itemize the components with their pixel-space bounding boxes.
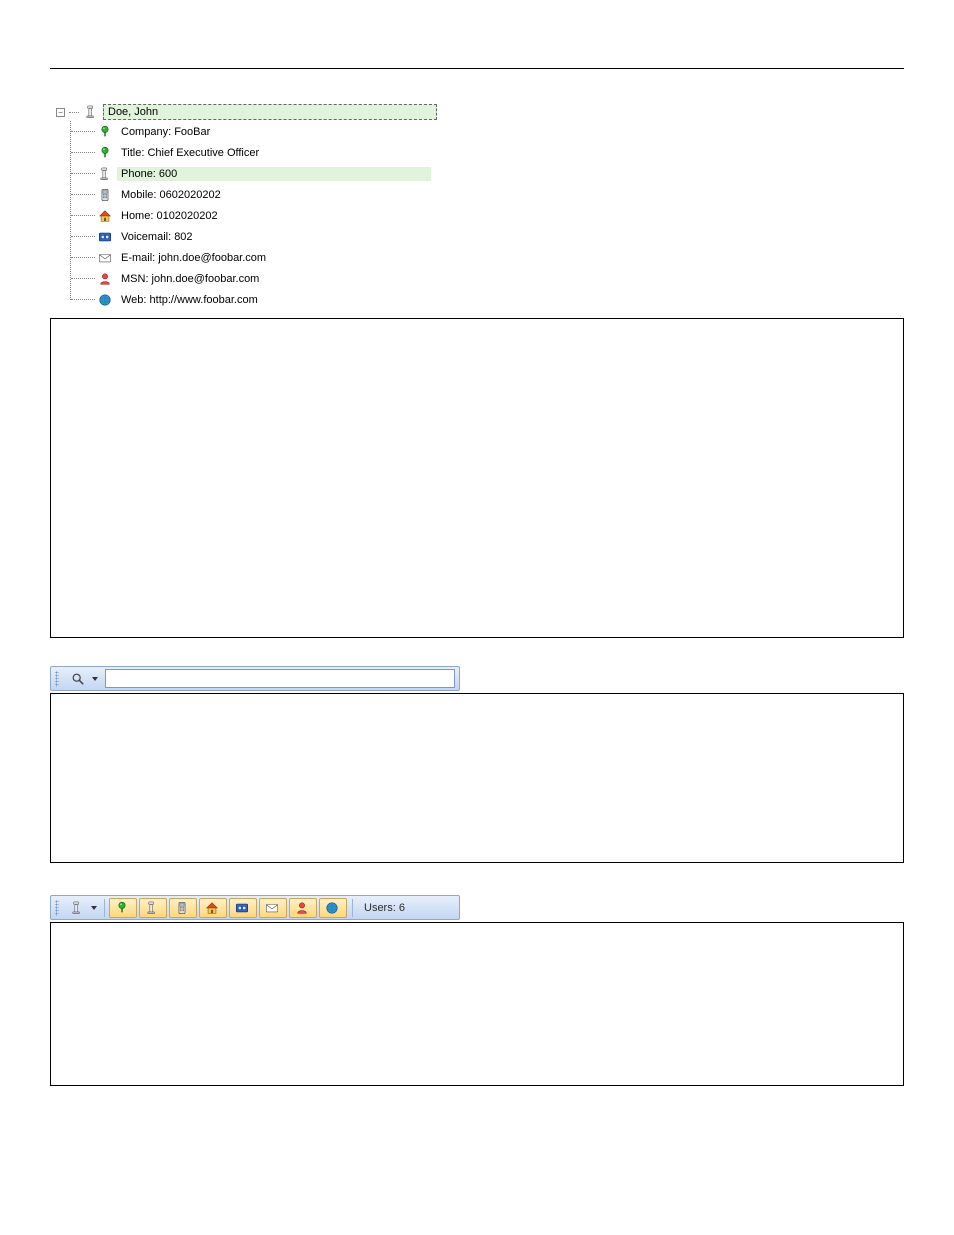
- filter-company-button[interactable]: [109, 898, 137, 918]
- search-options-button[interactable]: [64, 669, 102, 689]
- person-icon: [97, 271, 113, 287]
- phone-icon: [97, 166, 113, 182]
- mobile-phone-icon: [174, 900, 190, 916]
- details-panel: [50, 318, 904, 638]
- person-icon: [294, 900, 310, 916]
- search-results-panel: [50, 693, 904, 863]
- pushpin-icon: [97, 124, 113, 140]
- toolbar-grip: [55, 900, 59, 916]
- chevron-down-icon: [91, 906, 97, 910]
- tree-item-mobile[interactable]: Mobile: 0602020202: [71, 184, 904, 205]
- toolbar-grip: [55, 671, 59, 687]
- tape-icon: [97, 229, 113, 245]
- globe-icon: [97, 292, 113, 308]
- tree-connector: [69, 112, 79, 113]
- phone-icon: [83, 104, 99, 120]
- lower-panel: [50, 922, 904, 1086]
- actions-toolbar: Users: 6: [50, 895, 460, 920]
- tree-item-email[interactable]: E-mail: john.doe@foobar.com: [71, 247, 904, 268]
- tree-item-voicemail[interactable]: Voicemail: 802: [71, 226, 904, 247]
- tree-item-label: Mobile: 0602020202: [117, 188, 225, 202]
- filter-voicemail-button[interactable]: [229, 898, 257, 918]
- globe-icon: [324, 900, 340, 916]
- tree-item-label: Phone: 600: [117, 167, 431, 181]
- tree-connector: [71, 278, 95, 279]
- tree-connector: [71, 299, 95, 300]
- tree-item-label: Web: http://www.foobar.com: [117, 293, 262, 307]
- tree-connector: [71, 131, 95, 132]
- contact-tree: − Doe, John Company: FooBar Title: Chief …: [56, 103, 904, 310]
- filter-msn-button[interactable]: [289, 898, 317, 918]
- tree-item-label: Home: 0102020202: [117, 209, 222, 223]
- pushpin-icon: [114, 900, 130, 916]
- search-toolbar: [50, 666, 460, 691]
- tree-children: Company: FooBar Title: Chief Executive Of…: [70, 121, 904, 310]
- tape-icon: [234, 900, 250, 916]
- tree-connector: [71, 215, 95, 216]
- tree-item-phone[interactable]: Phone: 600: [71, 163, 904, 184]
- envelope-icon: [264, 900, 280, 916]
- tree-item-label: MSN: john.doe@foobar.com: [117, 272, 263, 286]
- tree-item-home[interactable]: Home: 0102020202: [71, 205, 904, 226]
- mobile-phone-icon: [97, 187, 113, 203]
- tree-root-label[interactable]: Doe, John: [103, 104, 437, 120]
- tree-root-row[interactable]: − Doe, John: [56, 103, 904, 121]
- tree-item-label: Voicemail: 802: [117, 230, 197, 244]
- users-count-label: Users: 6: [364, 902, 405, 914]
- tree-item-title[interactable]: Title: Chief Executive Officer: [71, 142, 904, 163]
- filter-phone-button[interactable]: [139, 898, 167, 918]
- tree-item-company[interactable]: Company: FooBar: [71, 121, 904, 142]
- tree-connector: [71, 152, 95, 153]
- tree-connector: [71, 236, 95, 237]
- envelope-icon: [97, 250, 113, 266]
- toolbar-separator: [352, 899, 353, 917]
- phone-icon: [144, 900, 160, 916]
- house-icon: [204, 900, 220, 916]
- filter-mobile-button[interactable]: [169, 898, 197, 918]
- phone-actions-button[interactable]: [64, 898, 100, 918]
- tree-item-label: E-mail: john.doe@foobar.com: [117, 251, 270, 265]
- tree-item-msn[interactable]: MSN: john.doe@foobar.com: [71, 268, 904, 289]
- pushpin-icon: [97, 145, 113, 161]
- tree-item-web[interactable]: Web: http://www.foobar.com: [71, 289, 904, 310]
- house-icon: [97, 208, 113, 224]
- tree-connector: [71, 173, 95, 174]
- phone-icon: [69, 900, 85, 916]
- search-input[interactable]: [105, 669, 455, 688]
- page-header-rule: [50, 68, 904, 69]
- toolbar-separator: [104, 899, 105, 917]
- tree-connector: [71, 194, 95, 195]
- filter-web-button[interactable]: [319, 898, 347, 918]
- tree-connector: [71, 257, 95, 258]
- tree-expander[interactable]: −: [56, 108, 65, 117]
- tree-item-label: Company: FooBar: [117, 125, 214, 139]
- chevron-down-icon: [92, 677, 98, 681]
- filter-email-button[interactable]: [259, 898, 287, 918]
- tree-item-label: Title: Chief Executive Officer: [117, 146, 263, 160]
- magnifier-icon: [70, 671, 86, 687]
- filter-home-button[interactable]: [199, 898, 227, 918]
